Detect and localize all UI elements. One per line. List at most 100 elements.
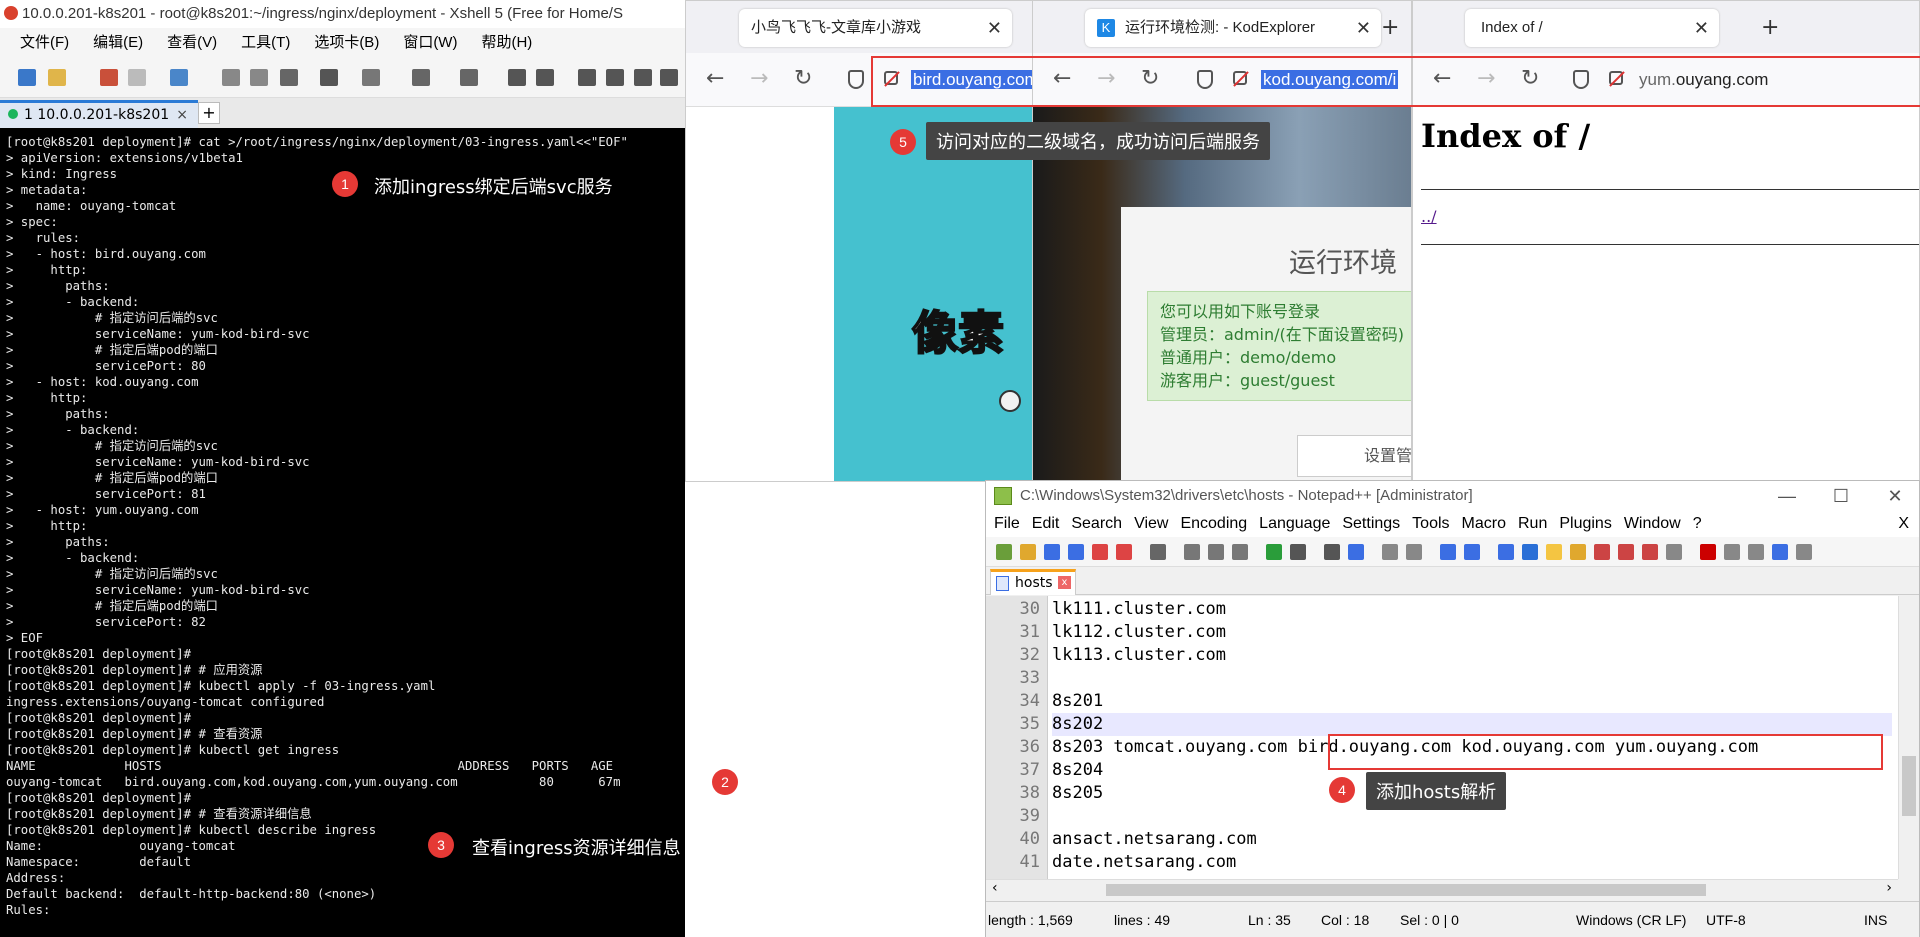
forward-arrow-icon[interactable]: → <box>750 67 768 91</box>
menu-plugins[interactable]: Plugins <box>1559 511 1611 537</box>
play-icon[interactable] <box>1748 544 1764 560</box>
menu-file[interactable]: 文件(F) <box>20 28 69 58</box>
menu-language[interactable]: Language <box>1259 511 1330 537</box>
vertical-scrollbar[interactable] <box>1898 596 1919 879</box>
close-all-icon[interactable] <box>1116 544 1132 560</box>
close-window-icon[interactable]: ✕ <box>1871 481 1919 511</box>
tracking-shield-icon[interactable] <box>848 70 864 89</box>
zoom-in-icon[interactable] <box>1382 544 1398 560</box>
stop-icon[interactable] <box>1724 544 1740 560</box>
menu-settings[interactable]: Settings <box>1342 511 1400 537</box>
keyboard-icon[interactable] <box>660 69 678 86</box>
close-tab-icon[interactable]: ✕ <box>987 9 1002 47</box>
paste-icon[interactable] <box>250 69 268 86</box>
doc-map-icon[interactable] <box>1594 544 1610 560</box>
game-canvas[interactable]: 像素 <box>834 107 1034 481</box>
close-tab-icon[interactable]: ✕ <box>1694 9 1709 47</box>
menu-file[interactable]: File <box>994 511 1020 537</box>
find-icon[interactable] <box>1324 544 1340 560</box>
print-icon[interactable] <box>320 69 338 86</box>
scroll-left-icon[interactable]: ‹ <box>992 880 998 896</box>
scroll-right-icon[interactable]: › <box>1886 880 1892 896</box>
folder-icon[interactable] <box>1642 544 1658 560</box>
lock-icon[interactable] <box>634 69 652 86</box>
redo-icon[interactable] <box>1290 544 1306 560</box>
copy-icon[interactable] <box>1208 544 1224 560</box>
play-multi-icon[interactable] <box>1772 544 1788 560</box>
properties-icon[interactable] <box>170 69 188 86</box>
new-tab-icon[interactable]: + <box>1381 9 1399 47</box>
word-wrap-icon[interactable] <box>1498 544 1514 560</box>
func-list-icon[interactable] <box>1618 544 1634 560</box>
menu-window[interactable]: Window <box>1624 511 1681 537</box>
set-admin-button[interactable]: 设置管理员 <box>1297 435 1411 477</box>
disconnect-icon[interactable] <box>100 69 118 86</box>
menu-run[interactable]: Run <box>1518 511 1547 537</box>
parent-dir-link[interactable]: ../ <box>1421 207 1437 226</box>
open-file-icon[interactable] <box>1020 544 1036 560</box>
font-icon[interactable] <box>460 69 478 86</box>
browser-tab-kod[interactable]: K 运行环境检测: - KodExplorer ✕ <box>1085 9 1381 47</box>
find-icon[interactable] <box>280 69 298 86</box>
npp-file-tab[interactable]: hosts x <box>990 569 1076 595</box>
browser-tab-yum[interactable]: Index of / ✕ <box>1465 9 1719 47</box>
undo-icon[interactable] <box>1266 544 1282 560</box>
session-tab[interactable]: 1 10.0.0.201-k8s201 × <box>0 100 198 128</box>
zoom-out-icon[interactable] <box>1406 544 1422 560</box>
show-all-icon[interactable] <box>1522 544 1538 560</box>
new-tab-icon[interactable]: + <box>1761 9 1779 47</box>
paste-icon[interactable] <box>1232 544 1248 560</box>
open-folder-icon[interactable] <box>48 69 66 86</box>
save-icon[interactable] <box>1044 544 1060 560</box>
sync-h-icon[interactable] <box>1464 544 1480 560</box>
menu-macro[interactable]: Macro <box>1462 511 1506 537</box>
close-tab-icon[interactable]: x <box>1058 576 1071 589</box>
sync-v-icon[interactable] <box>1440 544 1456 560</box>
settings-icon[interactable] <box>536 69 554 86</box>
transfer-icon[interactable] <box>362 69 380 86</box>
vertical-scroll-thumb[interactable] <box>1902 756 1916 816</box>
record-icon[interactable] <box>1700 544 1716 560</box>
session-tab-close[interactable]: × <box>176 103 188 127</box>
menu-edit[interactable]: Edit <box>1032 511 1060 537</box>
transparent-icon[interactable] <box>606 69 624 86</box>
new-tab-button[interactable]: + <box>198 102 220 124</box>
menu-tab[interactable]: 选项卡(B) <box>314 28 379 58</box>
browser-tab-bird[interactable]: 小鸟飞飞飞-文章库小游戏 ✕ <box>739 9 1012 47</box>
print-icon[interactable] <box>1150 544 1166 560</box>
close-doc-button[interactable]: X <box>1898 511 1909 537</box>
menu-view[interactable]: View <box>1134 511 1168 537</box>
monitor-icon[interactable] <box>1666 544 1682 560</box>
save-macro-icon[interactable] <box>1796 544 1812 560</box>
script-icon[interactable] <box>508 69 526 86</box>
horizontal-scrollbar[interactable]: ‹ › <box>986 879 1898 899</box>
new-file-icon[interactable] <box>996 544 1012 560</box>
cut-icon[interactable] <box>1184 544 1200 560</box>
menu-help[interactable]: ? <box>1693 511 1702 537</box>
menu-search[interactable]: Search <box>1071 511 1122 537</box>
new-session-icon[interactable] <box>18 69 36 86</box>
menu-window[interactable]: 窗口(W) <box>403 28 457 58</box>
udl-icon[interactable] <box>1570 544 1586 560</box>
menu-tools[interactable]: Tools <box>1412 511 1449 537</box>
horizontal-scroll-thumb[interactable] <box>1106 884 1706 896</box>
fullscreen-icon[interactable] <box>578 69 596 86</box>
minimize-icon[interactable]: — <box>1763 481 1811 511</box>
menu-edit[interactable]: 编辑(E) <box>93 28 143 58</box>
copy-icon[interactable] <box>222 69 240 86</box>
close-tab-icon[interactable]: ✕ <box>1356 9 1371 47</box>
back-arrow-icon[interactable]: ← <box>706 67 724 91</box>
maximize-icon[interactable]: ☐ <box>1817 481 1865 511</box>
menu-view[interactable]: 查看(V) <box>167 28 217 58</box>
menu-help[interactable]: 帮助(H) <box>481 28 532 58</box>
reload-icon[interactable]: ↻ <box>794 67 812 91</box>
close-icon[interactable] <box>1092 544 1108 560</box>
menu-encoding[interactable]: Encoding <box>1180 511 1247 537</box>
terminal-output[interactable]: [root@k8s201 deployment]# cat >/root/ing… <box>0 132 685 937</box>
reconnect-icon[interactable] <box>128 69 146 86</box>
save-all-icon[interactable] <box>1068 544 1084 560</box>
replace-icon[interactable] <box>1348 544 1364 560</box>
indent-guide-icon[interactable] <box>1546 544 1562 560</box>
menu-tools[interactable]: 工具(T) <box>241 28 290 58</box>
globe-icon[interactable] <box>412 69 430 86</box>
